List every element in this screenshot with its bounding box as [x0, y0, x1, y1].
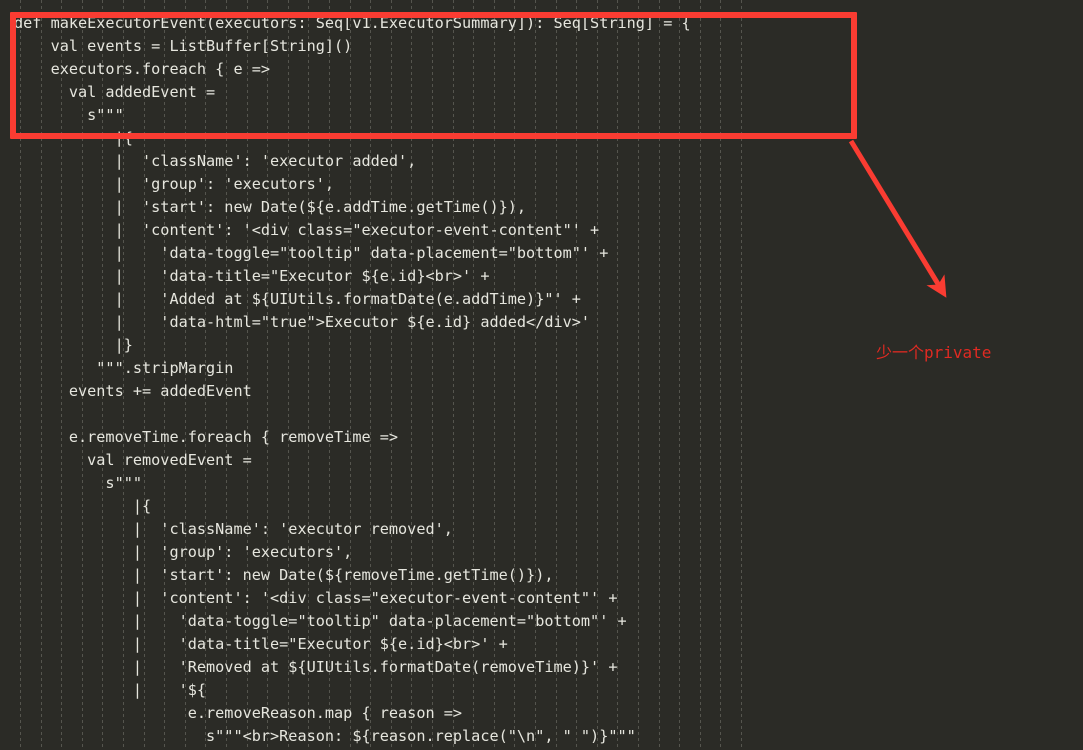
code-line: | 'start': new Date(${e.addTime.getTime(…	[14, 198, 527, 216]
code-line: | 'data-title="Executor ${e.id}<br>' +	[14, 635, 508, 653]
code-line: | 'start': new Date(${removeTime.getTime…	[14, 566, 554, 584]
code-line: val addedEvent =	[14, 83, 216, 101]
code-line: events += addedEvent	[14, 382, 252, 400]
code-line: s"""<br>Reason: ${reason.replace("\n", "…	[14, 727, 636, 745]
source-code-block: def makeExecutorEvent(executors: Seq[v1.…	[14, 0, 1083, 748]
code-line: | 'Added at ${UIUtils.formatDate(e.addTi…	[14, 290, 581, 308]
code-line: | 'className': 'executor added',	[14, 152, 417, 170]
code-line: val removedEvent =	[14, 451, 252, 469]
code-line: | 'content': '<div class="executor-event…	[14, 589, 618, 607]
code-line: s"""	[14, 474, 143, 492]
code-screenshot-canvas: def makeExecutorEvent(executors: Seq[v1.…	[0, 0, 1083, 750]
code-line: | 'Removed at ${UIUtils.formatDate(remov…	[14, 658, 618, 676]
code-line: | 'className': 'executor removed',	[14, 520, 453, 538]
code-line: """.stripMargin	[14, 359, 234, 377]
code-line: | 'data-html="true">Executor ${e.id} add…	[14, 313, 591, 331]
code-line: |{	[14, 497, 152, 515]
code-line: | 'data-title="Executor ${e.id}<br>' +	[14, 267, 490, 285]
code-line: val events = ListBuffer[String]()	[14, 37, 353, 55]
code-line: | 'group': 'executors',	[14, 175, 335, 193]
code-line: | 'data-toggle="tooltip" data-placement=…	[14, 244, 609, 262]
code-line: s"""	[14, 106, 124, 124]
code-line: def makeExecutorEvent(executors: Seq[v1.…	[14, 14, 691, 32]
code-line: | 'data-toggle="tooltip" data-placement=…	[14, 612, 627, 630]
code-line: |}	[14, 336, 133, 354]
code-line: e.removeReason.map { reason =>	[14, 704, 463, 722]
code-line: | 'content': '<div class="executor-event…	[14, 221, 600, 239]
code-line: e.removeTime.foreach { removeTime =>	[14, 428, 399, 446]
code-line: |{	[14, 129, 133, 147]
code-line: | '${	[14, 681, 207, 699]
code-line: executors.foreach { e =>	[14, 60, 271, 78]
code-line: | 'group': 'executors',	[14, 543, 353, 561]
